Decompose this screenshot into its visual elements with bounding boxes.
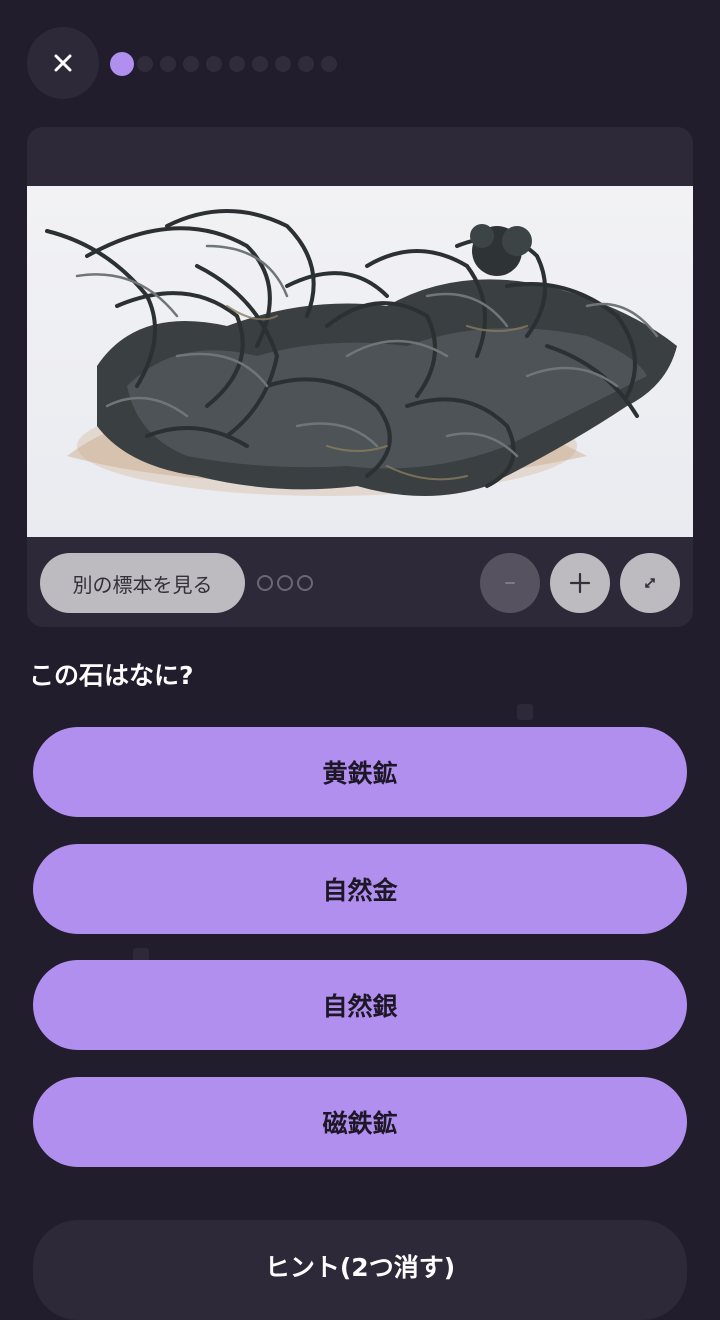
- progress-dot: [183, 56, 199, 72]
- progress-dot: [321, 56, 337, 72]
- expand-button[interactable]: [620, 553, 680, 613]
- specimen-toolbar: 別の標本を見る: [27, 537, 693, 627]
- specimen-card: 別の標本を見る: [27, 127, 693, 627]
- progress-dot: [206, 56, 222, 72]
- answer-option[interactable]: 黄鉄鉱: [33, 727, 687, 817]
- close-icon: [54, 54, 72, 72]
- progress-dot: [298, 56, 314, 72]
- specimen-variant-dot[interactable]: [297, 575, 313, 591]
- progress-dot: [160, 56, 176, 72]
- specimen-variant-indicator: [257, 575, 317, 591]
- specimen-photo[interactable]: [27, 186, 693, 537]
- zoom-out-button[interactable]: [480, 553, 540, 613]
- minus-icon: [505, 582, 515, 584]
- answer-option[interactable]: 自然金: [33, 844, 687, 934]
- progress-dot: [137, 56, 153, 72]
- progress-dot: [229, 56, 245, 72]
- other-specimen-button[interactable]: 別の標本を見る: [40, 553, 245, 613]
- answer-option[interactable]: 磁鉄鉱: [33, 1077, 687, 1167]
- hint-button[interactable]: ヒント(2つ消す): [33, 1220, 687, 1320]
- specimen-variant-dot[interactable]: [257, 575, 273, 591]
- decorative-square: [517, 704, 533, 720]
- answer-option[interactable]: 自然銀: [33, 960, 687, 1050]
- progress-indicator: [110, 52, 344, 76]
- zoom-in-button[interactable]: [550, 553, 610, 613]
- close-button[interactable]: [27, 27, 99, 99]
- progress-dot: [275, 56, 291, 72]
- progress-dot-current: [110, 52, 134, 76]
- plus-icon: [569, 572, 591, 594]
- specimen-variant-dot[interactable]: [277, 575, 293, 591]
- hint-label: ヒント(2つ消す): [264, 1253, 456, 1282]
- expand-icon: [645, 578, 655, 588]
- progress-dot: [252, 56, 268, 72]
- question-text: この石はなに?: [29, 661, 194, 690]
